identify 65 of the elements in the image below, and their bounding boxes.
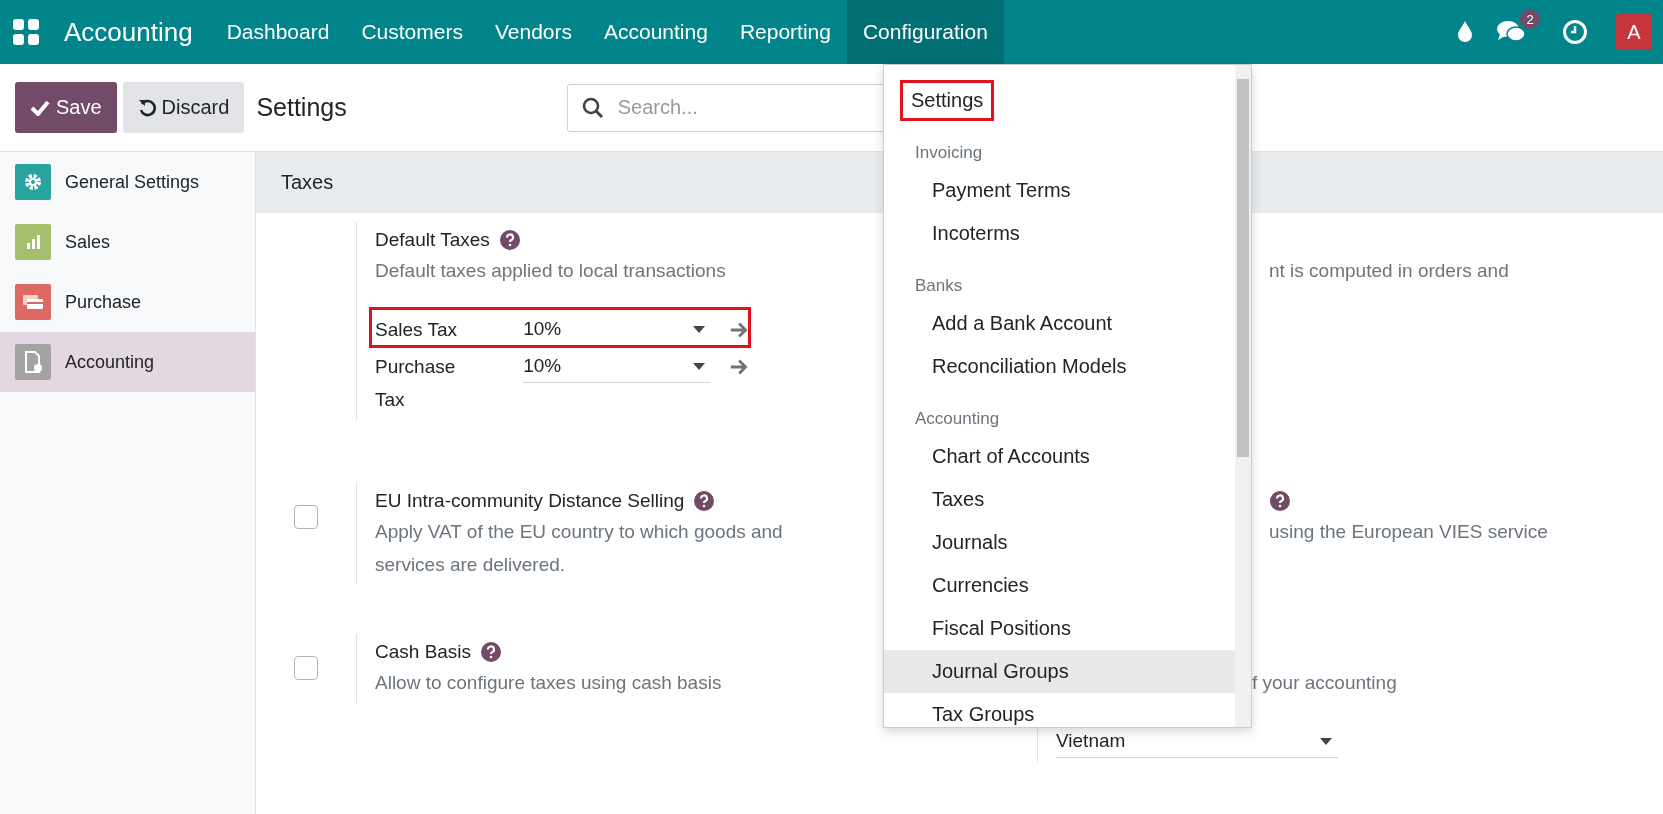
dropdown-item[interactable]: Fiscal Positions xyxy=(884,607,1236,650)
field-label: Sales Tax xyxy=(375,318,459,342)
dropdown-item[interactable]: Chart of Accounts xyxy=(884,435,1236,478)
dropdown-item[interactable]: Incoterms xyxy=(884,212,1236,255)
discard-button[interactable]: Discard xyxy=(122,82,245,133)
clock-icon[interactable] xyxy=(1562,19,1588,45)
search-field[interactable]: Search... xyxy=(566,83,885,132)
menu-item[interactable]: Dashboard xyxy=(210,0,346,64)
setting-title: Default Taxes xyxy=(375,229,490,251)
select-field[interactable]: 10% xyxy=(523,313,711,346)
dropdown-item[interactable]: Taxes xyxy=(884,478,1236,521)
credit-card-icon xyxy=(22,293,44,311)
field-label: Purchase Tax xyxy=(375,355,457,412)
dropdown-item[interactable]: Add a Bank Account xyxy=(884,302,1236,345)
menu-section-header: Banks xyxy=(914,275,964,297)
menu-item[interactable]: Configuration xyxy=(846,0,1004,64)
sidebar-item[interactable]: Purchase xyxy=(0,272,255,332)
sidebar-item[interactable]: Accounting xyxy=(0,332,255,392)
dropdown-item[interactable]: Tax Groups xyxy=(884,693,1236,727)
menu-item[interactable]: Vendors xyxy=(478,0,588,64)
menu-section-header: Accounting xyxy=(914,408,1001,430)
page-title: Settings xyxy=(256,93,347,122)
menu-item[interactable]: Reporting xyxy=(723,0,847,64)
menu-item[interactable]: Customers xyxy=(345,0,479,64)
dropdown-item[interactable]: Journals xyxy=(884,521,1236,564)
setting-title: EU Intra-community Distance Selling xyxy=(375,490,685,512)
setting-description: Default taxes applied to local transactions xyxy=(375,259,727,283)
help-icon[interactable] xyxy=(481,642,502,662)
sidebar-item[interactable]: Sales xyxy=(0,212,255,272)
help-icon[interactable] xyxy=(1270,491,1290,511)
help-icon[interactable] xyxy=(694,491,715,511)
drop-icon[interactable] xyxy=(1456,20,1474,44)
gear-icon xyxy=(23,172,43,192)
setting-description: Allow to configure taxes using cash basis xyxy=(375,671,722,695)
setting-description: Apply VAT of the EU country to which goods and services are delivered. xyxy=(375,520,784,577)
setting-description: nt is computed in orders and xyxy=(1269,259,1510,283)
dropdown-item[interactable]: Journal Groups xyxy=(884,650,1236,693)
dropdown-item[interactable]: Settings xyxy=(884,79,1236,122)
setting-description: f your accounting xyxy=(1252,671,1398,695)
search-icon xyxy=(581,96,604,119)
setting-title: Cash Basis xyxy=(375,641,472,663)
sidebar-item[interactable]: General Settings xyxy=(0,152,255,212)
dropdown-item[interactable]: Payment Terms xyxy=(884,169,1236,212)
checkbox[interactable] xyxy=(294,656,318,680)
scrollbar[interactable] xyxy=(1235,65,1251,727)
checkbox[interactable] xyxy=(294,505,318,529)
check-icon xyxy=(30,99,50,116)
caret-icon xyxy=(692,362,705,370)
save-button[interactable]: Save xyxy=(15,82,117,133)
app-name[interactable]: Accounting xyxy=(64,16,193,48)
caret-icon xyxy=(692,325,705,333)
dropdown-item[interactable]: Reconciliation Models xyxy=(884,345,1236,388)
dropdown-item[interactable]: Currencies xyxy=(884,564,1236,607)
select-field[interactable]: 10% xyxy=(523,350,711,383)
arrow-right-icon[interactable] xyxy=(728,321,749,339)
arrow-right-icon[interactable] xyxy=(728,358,749,376)
invoice-icon xyxy=(23,351,43,373)
caret-icon xyxy=(1320,737,1332,745)
help-icon[interactable] xyxy=(499,230,520,250)
setting-description: using the European VIES service xyxy=(1269,520,1549,544)
notification-badge: 2 xyxy=(1520,9,1540,29)
menu-item[interactable]: Accounting xyxy=(588,0,724,64)
undo-icon xyxy=(137,98,156,117)
apps-grid-icon[interactable] xyxy=(12,18,40,46)
user-avatar[interactable]: A xyxy=(1616,14,1652,50)
